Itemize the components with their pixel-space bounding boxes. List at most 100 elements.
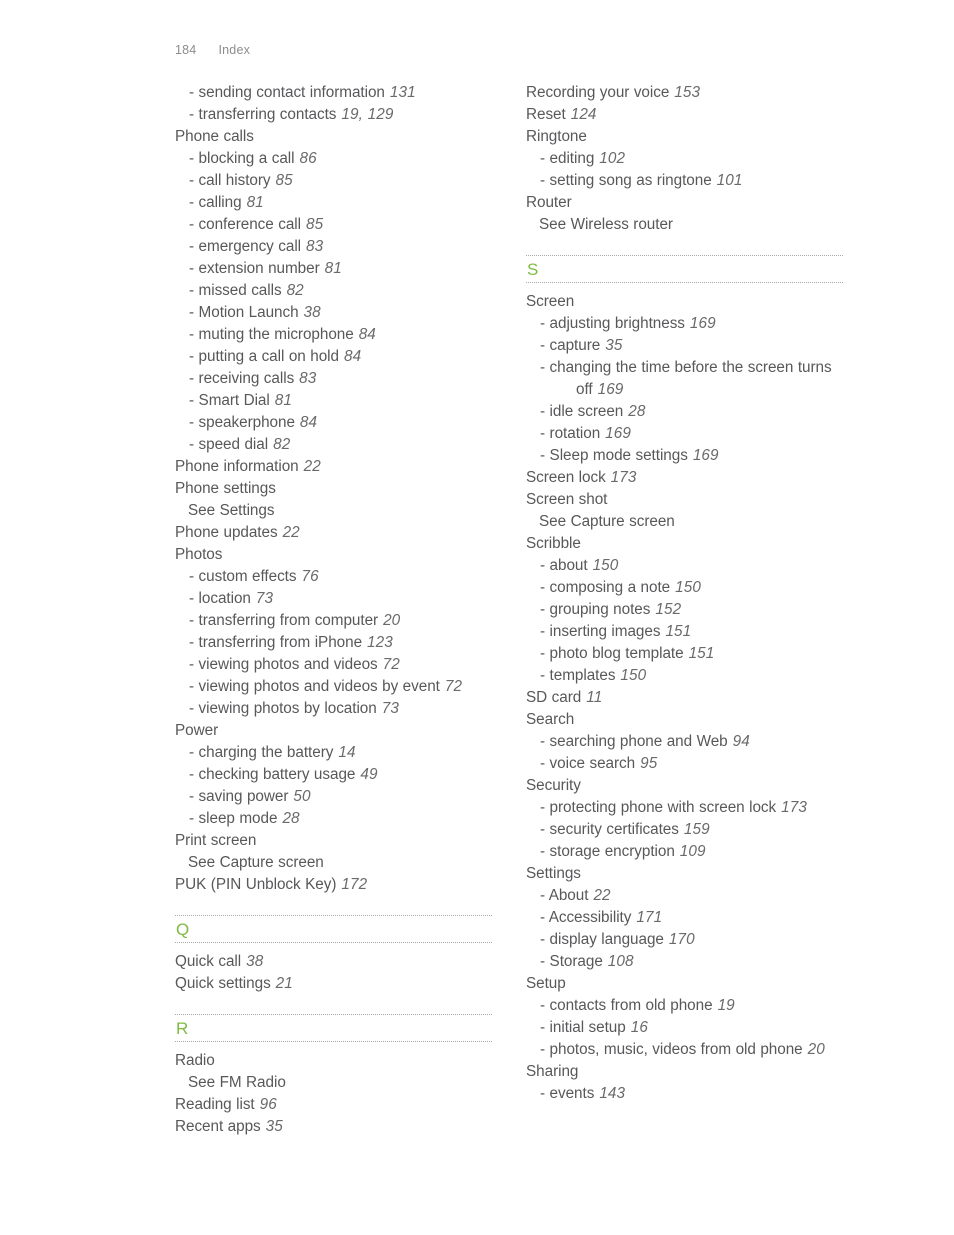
index-entry-main: Reading list 96 (175, 1094, 492, 1116)
index-entry-label: Radio (175, 1052, 215, 1069)
index-entry-sub: - sleep mode 28 (175, 808, 492, 830)
index-entry-label: - about (540, 557, 588, 574)
index-entry-label: - transferring contacts (189, 106, 337, 123)
index-entry-sub: - changing the time before the screen tu… (526, 357, 843, 401)
page-number: 184 (175, 43, 197, 57)
index-entry-label: - searching phone and Web (540, 733, 728, 750)
index-entry-sub: - photo blog template 151 (526, 643, 843, 665)
index-entry-label: - contacts from old phone (540, 997, 713, 1014)
index-entry-label: - idle screen (540, 403, 624, 420)
index-entry-label: Screen lock (526, 469, 606, 486)
index-entry-page-number: 84 (343, 348, 362, 365)
index-entry-label: Sharing (526, 1063, 579, 1080)
index-entry-label: - display language (540, 931, 664, 948)
index-entry-label: - inserting images (540, 623, 661, 640)
index-entry-label: - grouping notes (540, 601, 651, 618)
index-entry-page-number: 22 (303, 458, 321, 475)
index-entry-page-number: 22 (593, 887, 611, 904)
index-entry-sub: - editing 102 (526, 148, 843, 170)
index-entry-label: - checking battery usage (189, 766, 356, 783)
index-cross-reference: See Settings (175, 500, 492, 522)
index-entry-main: Photos (175, 544, 492, 566)
index-entry-page-number: 20 (807, 1041, 825, 1058)
index-cross-reference: See Capture screen (175, 852, 492, 874)
index-entry-main: Phone settings (175, 478, 492, 500)
index-entry-page-number: 73 (255, 590, 274, 607)
index-entry-sub: - sending contact information 131 (175, 82, 492, 104)
index-entry-label: - missed calls (189, 282, 282, 299)
index-entry-label: Settings (526, 865, 581, 882)
index-entry-main: Phone calls (175, 126, 492, 148)
index-entry-page-number: 169 (692, 447, 719, 464)
index-entry-page-number: 81 (274, 392, 292, 409)
index-entry-label: - sending contact information (189, 84, 385, 101)
index-entry-label: - rotation (540, 425, 601, 442)
index-entry-page-number: 131 (389, 84, 416, 101)
index-entry-sub: - protecting phone with screen lock 173 (526, 797, 843, 819)
index-entry-page-number: 109 (679, 843, 706, 860)
index-entry-sub: - voice search 95 (526, 753, 843, 775)
index-entry-label: Screen shot (526, 491, 608, 508)
index-entry-label: - About (540, 887, 589, 904)
running-head: 184 Index (175, 43, 250, 57)
index-entry-label: - extension number (189, 260, 320, 277)
index-entry-sub: - initial setup 16 (526, 1017, 843, 1039)
index-entry-page-number: 150 (675, 579, 701, 596)
index-entry-main: Setup (526, 973, 843, 995)
index-entry-sub: - searching phone and Web 94 (526, 731, 843, 753)
divider-rule-bottom (175, 1041, 492, 1043)
index-entry-sub: - location 73 (175, 588, 492, 610)
index-entry-page-number: 76 (301, 568, 319, 585)
index-entry-main: Print screen (175, 830, 492, 852)
index-entry-sub: - Sleep mode settings 169 (526, 445, 843, 467)
index-entry-main: Power (175, 720, 492, 742)
index-entry-label: - putting a call on hold (189, 348, 339, 365)
index-entry-label: - conference call (189, 216, 301, 233)
index-entry-page-number: 102 (599, 150, 626, 167)
index-entry-sub: - viewing photos and videos by event 72 (175, 676, 492, 698)
letter-section-heading: S (526, 255, 843, 284)
index-entry-label: Router (526, 194, 572, 211)
index-entry-label: Scribble (526, 535, 581, 552)
index-entry-label: Quick call (175, 953, 242, 970)
index-entry-page-number: 19 (717, 997, 735, 1014)
index-entry-page-number: 73 (381, 700, 399, 717)
section-letter: Q (176, 920, 190, 939)
index-entry-sub: - blocking a call 86 (175, 148, 492, 170)
index-entry-label: - viewing photos and videos by event (189, 678, 440, 695)
right-column: Recording your voice 153 Reset 124 Ringtone -… (526, 82, 843, 1138)
index-entry-main: Phone updates 22 (175, 522, 492, 544)
index-entry-label: See Wireless router (539, 216, 673, 233)
index-entry-sub: - composing a note 150 (526, 577, 843, 599)
index-entry-label: - transferring from iPhone (189, 634, 363, 651)
index-entry-sub: - setting song as ringtone 101 (526, 170, 843, 192)
index-entry-label: - viewing photos by location (189, 700, 377, 717)
index-entry-label: - calling (189, 194, 242, 211)
index-entry-page-number: 81 (324, 260, 342, 277)
index-entry-page-number: 83 (299, 370, 317, 387)
section-letter: S (527, 260, 539, 279)
index-entry-label: Reset (526, 106, 566, 123)
index-entry-sub: - Smart Dial 81 (175, 390, 492, 412)
index-entry-sub: - rotation 169 (526, 423, 843, 445)
index-entry-label: - composing a note (540, 579, 671, 596)
index-entry-label: Recording your voice (526, 84, 670, 101)
index-entry-label: - location (189, 590, 251, 607)
section-letter: R (176, 1019, 189, 1038)
index-entry-label: - muting the microphone (189, 326, 354, 343)
index-entry-label: - Smart Dial (189, 392, 270, 409)
index-entry-page-number: 150 (592, 557, 619, 574)
index-entry-page-number: 49 (360, 766, 378, 783)
index-entry-page-number: 173 (610, 469, 637, 486)
index-entry-page-number: 96 (259, 1096, 277, 1113)
index-entry-page-number: 72 (382, 656, 400, 673)
index-entry-page-number: 94 (732, 733, 750, 750)
index-entry-page-number: 169 (597, 381, 624, 398)
index-entry-label: - changing the time before the screen tu… (540, 359, 832, 398)
index-entry-main: PUK (PIN Unblock Key) 172 (175, 874, 492, 896)
index-cross-reference: See FM Radio (175, 1072, 492, 1094)
index-entry-page-number: 173 (781, 799, 807, 816)
index-entry-sub: - photos, music, videos from old phone 20 (526, 1039, 843, 1061)
index-entry-main: Phone information 22 (175, 456, 492, 478)
index-entry-sub: - templates 150 (526, 665, 843, 687)
